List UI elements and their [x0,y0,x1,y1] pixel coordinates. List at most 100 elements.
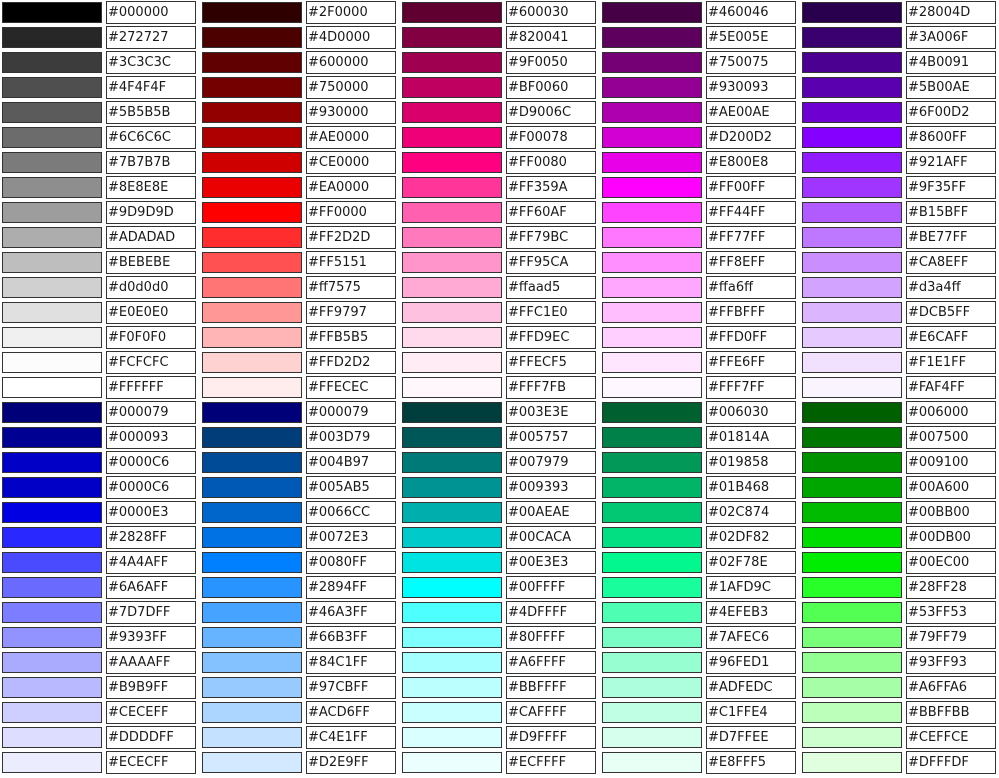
color-swatch [400,325,504,350]
color-swatch [600,450,704,475]
hex-code-label: #9D9D9D [106,201,196,224]
color-swatch [800,125,904,150]
color-swatch [600,700,704,725]
color-swatch [400,25,504,50]
color-swatch [400,75,504,100]
color-swatch [800,600,904,625]
hex-code-label: #3A006F [906,26,996,49]
hex-code-label: #FFD0FF [706,326,796,349]
color-swatch [600,725,704,750]
color-swatch [600,0,704,25]
hex-code-label: #A6FFA6 [906,676,996,699]
hex-code-label: #006000 [906,401,996,424]
hex-code-label: #000093 [106,426,196,449]
hex-code-label: #CA8EFF [906,251,996,274]
hex-code-label: #E6CAFF [906,326,996,349]
color-swatch [0,300,104,325]
color-swatch [400,100,504,125]
hex-code-label: #AE0000 [306,126,396,149]
color-swatch [600,300,704,325]
hex-code-label: #1AFD9C [706,576,796,599]
hex-code-label: #C1FFE4 [706,701,796,724]
color-swatch [600,675,704,700]
color-swatch [200,350,304,375]
hex-code-label: #003E3E [506,401,596,424]
hex-code-label: #FF79BC [506,226,596,249]
color-swatch [0,75,104,100]
color-swatch [600,75,704,100]
hex-code-label: #28004D [906,1,996,24]
color-swatch [0,700,104,725]
hex-code-label: #93FF93 [906,651,996,674]
color-swatch [600,400,704,425]
hex-code-label: #BEBEBE [106,251,196,274]
color-swatch [600,250,704,275]
hex-code-label: #A6FFFF [506,651,596,674]
color-swatch [800,650,904,675]
color-swatch [200,50,304,75]
color-swatch [600,650,704,675]
color-swatch [200,25,304,50]
hex-code-label: #0000E3 [106,501,196,524]
color-swatch [200,100,304,125]
hex-code-label: #E800E8 [706,151,796,174]
hex-code-label: #d0d0d0 [106,276,196,299]
color-swatch [200,550,304,575]
hex-code-label: #FF95CA [506,251,596,274]
color-swatch [600,125,704,150]
color-swatch [800,25,904,50]
hex-code-label: #FF0000 [306,201,396,224]
hex-code-label: #921AFF [906,151,996,174]
hex-code-label: #97CBFF [306,676,396,699]
hex-code-label: #ADFEDC [706,676,796,699]
color-swatch [800,100,904,125]
hex-code-label: #00BB00 [906,501,996,524]
color-swatch [400,550,504,575]
color-swatch [800,400,904,425]
hex-code-label: #02C874 [706,501,796,524]
color-swatch [800,550,904,575]
hex-code-label: #000000 [106,1,196,24]
hex-code-label: #009393 [506,476,596,499]
hex-code-label: #F1E1FF [906,351,996,374]
hex-code-label: #CEFFCE [906,726,996,749]
color-swatch [200,300,304,325]
color-swatch [0,225,104,250]
color-swatch [0,425,104,450]
hex-code-label: #FF9797 [306,301,396,324]
hex-code-label: #EA0000 [306,176,396,199]
hex-code-label: #E8FFF5 [706,751,796,774]
color-swatch [800,475,904,500]
color-swatch [200,575,304,600]
hex-code-label: #46A3FF [306,601,396,624]
color-swatch [400,700,504,725]
color-swatch [400,600,504,625]
color-swatch [800,725,904,750]
hex-code-label: #FFF7FF [706,376,796,399]
color-swatch [800,750,904,775]
hex-code-label: #4B0091 [906,51,996,74]
color-swatch [600,50,704,75]
color-swatch [800,700,904,725]
hex-code-label: #53FF53 [906,601,996,624]
hex-code-label: #FF60AF [506,201,596,224]
hex-code-label: #FF44FF [706,201,796,224]
color-swatch [800,325,904,350]
color-swatch [0,125,104,150]
color-swatch [0,100,104,125]
hex-code-label: #FFD2D2 [306,351,396,374]
hex-code-label: #FFC1E0 [506,301,596,324]
color-swatch [400,350,504,375]
hex-code-label: #00AEAE [506,501,596,524]
hex-code-label: #6F00D2 [906,101,996,124]
hex-code-label: #ACD6FF [306,701,396,724]
color-swatch [400,475,504,500]
color-swatch [800,50,904,75]
hex-code-label: #930000 [306,101,396,124]
hex-code-label: #FFBFFF [706,301,796,324]
color-swatch [400,525,504,550]
color-swatch [800,525,904,550]
color-swatch [400,250,504,275]
hex-code-label: #600030 [506,1,596,24]
color-swatch [600,625,704,650]
